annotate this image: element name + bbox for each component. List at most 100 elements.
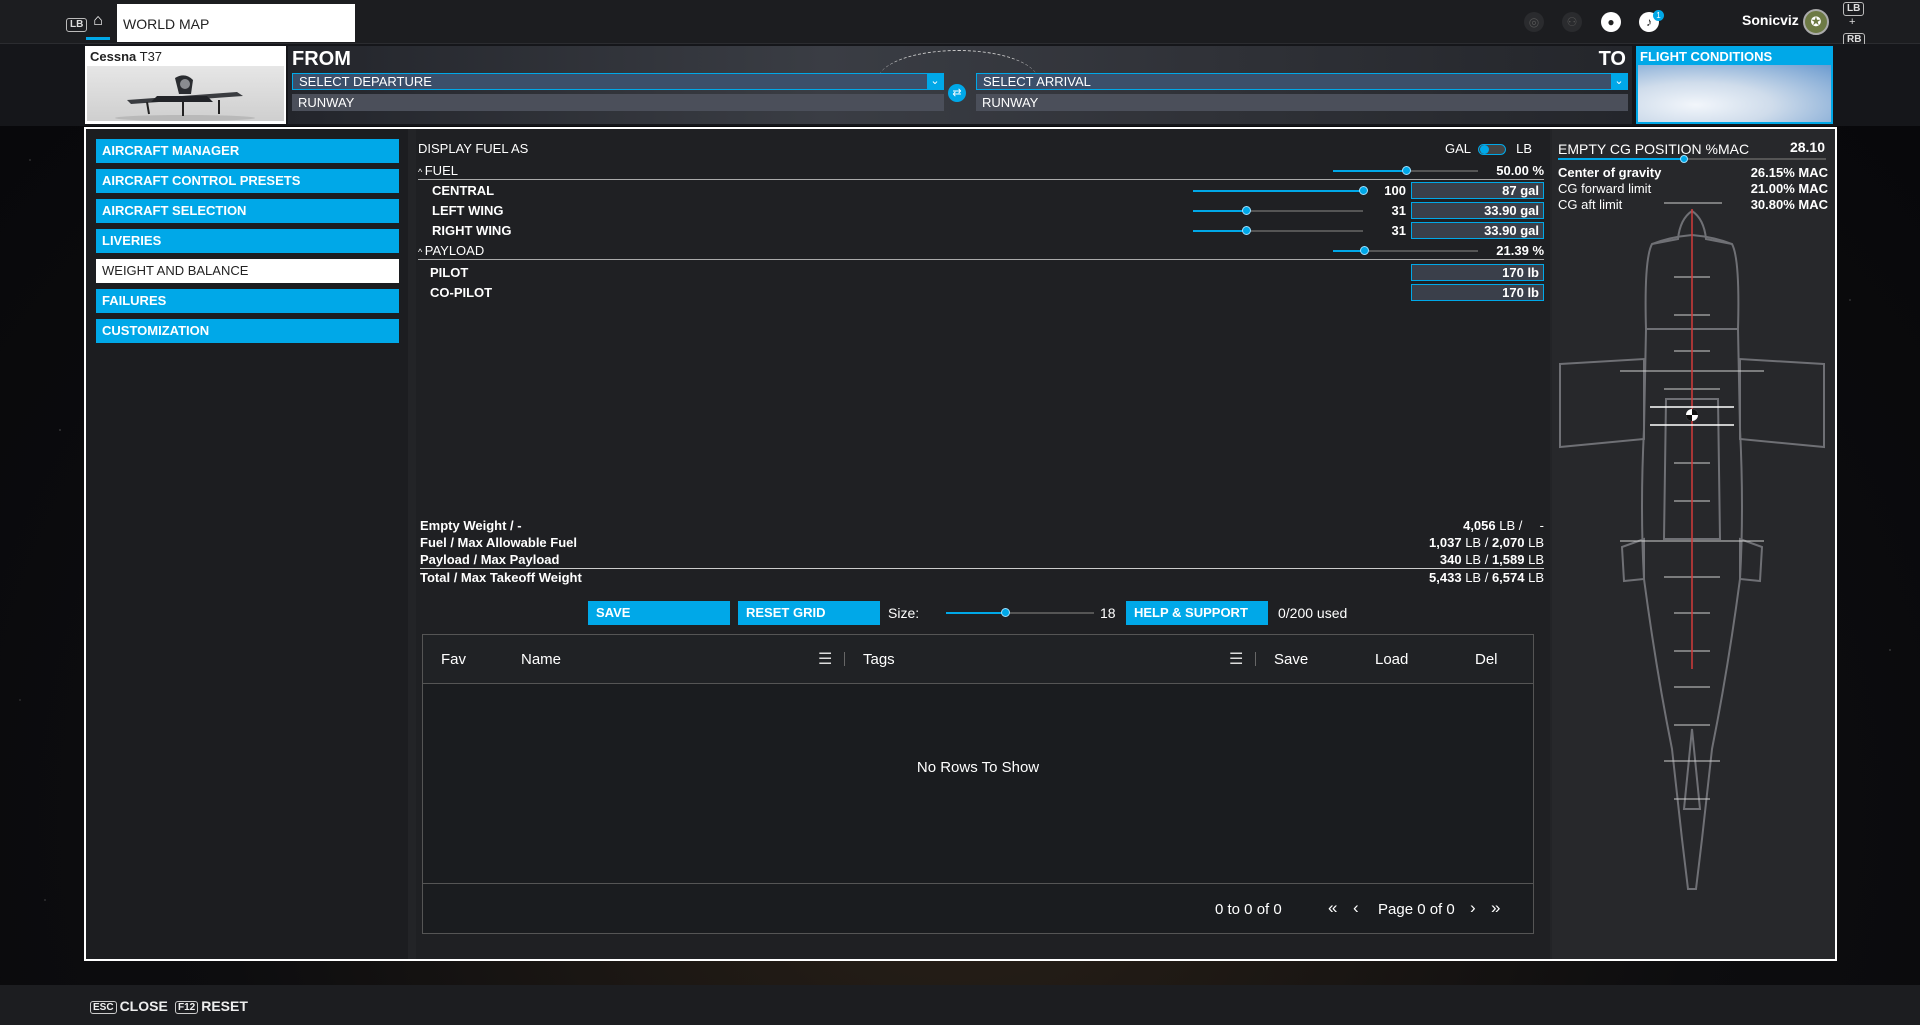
username[interactable]: Sonicviz	[1742, 12, 1799, 28]
display-fuel-row: DISPLAY FUEL AS GAL LB	[418, 139, 1544, 158]
aircraft-card[interactable]: Cessna T37	[85, 46, 286, 124]
size-value: 18	[1100, 605, 1116, 621]
sky-preview-image	[1638, 65, 1831, 122]
slider-handle[interactable]	[1401, 166, 1411, 175]
tank-value: 31	[1391, 223, 1406, 238]
summary-tail: LB	[1524, 570, 1544, 585]
cg-row-label: Center of gravity	[1558, 165, 1662, 180]
pagination-page: Page 0 of 0	[1378, 901, 1455, 918]
tank-amount-input[interactable]: 87 gal	[1411, 182, 1544, 199]
departure-select[interactable]: SELECT DEPARTURE ⌄	[292, 73, 944, 90]
summary-number: 340	[1439, 552, 1462, 567]
summary-value: 340 LB / 1,589 LB	[1440, 551, 1544, 568]
reset-button[interactable]: F12 RESET	[175, 998, 248, 1014]
summary-max: 1,589	[1491, 552, 1525, 567]
swap-icon[interactable]: ⇄	[948, 84, 966, 102]
tab-world-map[interactable]: WORLD MAP	[117, 4, 355, 42]
column-header-fav[interactable]: Fav	[441, 651, 466, 668]
summary-value: 4,056 LB / -	[1463, 517, 1544, 534]
avatar[interactable]: ✪	[1803, 9, 1829, 35]
chevron-up-icon: ^	[418, 167, 425, 177]
station-label: CO-PILOT	[430, 285, 493, 300]
cg-row-value: 26.15% MAC	[1750, 165, 1828, 180]
cg-row-center: Center of gravity 26.15% MAC	[1558, 165, 1828, 180]
next-page-icon[interactable]: ›	[1470, 898, 1476, 918]
previous-page-icon[interactable]: ‹	[1353, 898, 1359, 918]
column-header-load[interactable]: Load	[1375, 651, 1408, 668]
display-fuel-label: DISPLAY FUEL AS	[418, 141, 529, 156]
station-amount-input[interactable]: 170 lb	[1411, 284, 1544, 301]
top-bar: LB ⌂ WORLD MAP ◎ ⚇ ● ♪ 1 Sonicviz ✪ LB +…	[0, 0, 1920, 47]
column-menu-icon[interactable]: ☰	[1229, 649, 1243, 669]
fuel-header-row[interactable]: ^ FUEL 50.00 %	[418, 161, 1544, 180]
chevron-down-icon: ⌄	[927, 74, 943, 89]
tank-amount-input[interactable]: 33.90 gal	[1411, 222, 1544, 239]
sidebar-item-liveries[interactable]: LIVERIES	[96, 229, 399, 253]
cg-slider[interactable]	[1558, 155, 1826, 163]
chevron-up-icon: ^	[418, 247, 425, 257]
tank-slider[interactable]	[1193, 206, 1363, 215]
tank-row-central: CENTRAL 100 87 gal	[418, 181, 1544, 200]
slider-handle[interactable]	[1679, 155, 1688, 163]
flight-conditions-card[interactable]: FLIGHT CONDITIONS	[1636, 46, 1833, 124]
fuel-unit-toggle[interactable]	[1478, 144, 1506, 155]
sidebar-item-customization[interactable]: CUSTOMIZATION	[96, 319, 399, 343]
tank-amount-input[interactable]: 33.90 gal	[1411, 202, 1544, 219]
arrival-select[interactable]: SELECT ARRIVAL ⌄	[976, 73, 1628, 90]
column-separator[interactable]	[1255, 652, 1256, 666]
close-label: CLOSE	[119, 998, 168, 1014]
sidebar-item-aircraft-selection[interactable]: AIRCRAFT SELECTION	[96, 199, 399, 223]
tank-slider[interactable]	[1193, 186, 1368, 195]
presets-used-count: 0/200 used	[1278, 605, 1348, 621]
aircraft-topview-diagram	[1559, 202, 1825, 890]
sidebar-item-weight-and-balance[interactable]: WEIGHT AND BALANCE	[96, 259, 399, 283]
slider-handle[interactable]	[1360, 246, 1369, 255]
sidebar-item-aircraft-manager[interactable]: AIRCRAFT MANAGER	[96, 139, 399, 163]
last-page-icon[interactable]: »	[1491, 898, 1500, 918]
summary-unit: LB /	[1461, 535, 1492, 550]
departure-runway-field[interactable]: RUNWAY	[292, 94, 944, 111]
close-button[interactable]: ESC CLOSE	[90, 998, 168, 1014]
reset-grid-button[interactable]: RESET GRID	[738, 601, 880, 625]
arrival-runway-field[interactable]: RUNWAY	[976, 94, 1628, 111]
unit-lb-label: LB	[1516, 141, 1532, 156]
first-page-icon[interactable]: «	[1328, 898, 1337, 918]
toggle-knob	[1480, 145, 1489, 154]
save-button[interactable]: SAVE	[588, 601, 730, 625]
column-header-save[interactable]: Save	[1274, 651, 1308, 668]
slider-fill	[946, 612, 1006, 614]
payload-slider[interactable]	[1333, 246, 1478, 255]
size-slider[interactable]	[946, 608, 1094, 617]
summary-unit: LB /	[1461, 552, 1492, 567]
slider-handle[interactable]	[1241, 226, 1251, 235]
esc-key-hint: ESC	[90, 1001, 117, 1014]
flight-conditions-title: FLIGHT CONDITIONS	[1640, 49, 1773, 64]
summary-label: Total / Max Takeoff Weight	[420, 570, 582, 585]
column-header-del[interactable]: Del	[1475, 651, 1498, 668]
aircraft-name: Cessna T37	[90, 49, 162, 64]
slider-fill	[1193, 210, 1246, 212]
slider-handle[interactable]	[1001, 608, 1011, 617]
column-separator[interactable]	[844, 652, 845, 666]
weight-summary: Empty Weight / - 4,056 LB / - Fuel / Max…	[420, 517, 1544, 585]
grid-pagination: 0 to 0 of 0 « ‹ Page 0 of 0 › »	[423, 883, 1533, 933]
community-icon[interactable]: ◎	[1524, 12, 1544, 32]
presets-grid: Fav Name ☰ Tags ☰ Save Load Del No Rows …	[422, 634, 1534, 934]
column-header-tags[interactable]: Tags	[863, 651, 895, 668]
column-header-name[interactable]: Name	[521, 651, 561, 668]
summary-label: Payload / Max Payload	[420, 552, 560, 567]
home-tab[interactable]: ⌂	[86, 12, 110, 40]
summary-tail: LB	[1524, 535, 1544, 550]
sidebar-item-control-presets[interactable]: AIRCRAFT CONTROL PRESETS	[96, 169, 399, 193]
station-amount-input[interactable]: 170 lb	[1411, 264, 1544, 281]
slider-handle[interactable]	[1241, 206, 1251, 215]
reset-label: RESET	[201, 998, 248, 1014]
profile-icon[interactable]: ●	[1601, 12, 1621, 32]
column-menu-icon[interactable]: ☰	[818, 649, 832, 669]
payload-header-row[interactable]: ^ PAYLOAD 21.39 %	[418, 241, 1544, 260]
friends-icon[interactable]: ⚇	[1562, 12, 1582, 32]
help-support-button[interactable]: HELP & SUPPORT	[1126, 601, 1268, 625]
sidebar-item-failures[interactable]: FAILURES	[96, 289, 399, 313]
tank-slider[interactable]	[1193, 226, 1363, 235]
fuel-slider[interactable]	[1333, 166, 1478, 175]
